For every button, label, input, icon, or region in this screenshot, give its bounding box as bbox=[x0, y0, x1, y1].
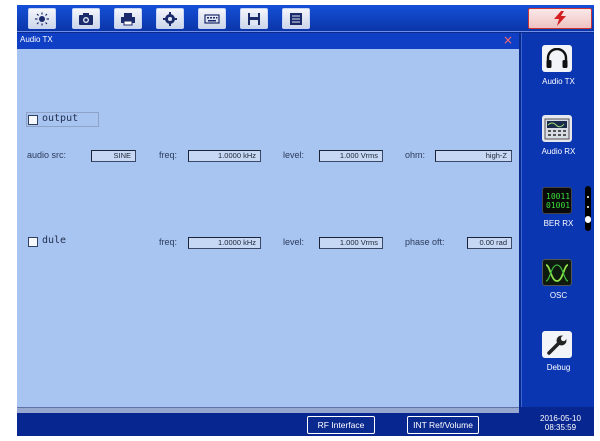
freq-field[interactable]: 1.0000 kHz bbox=[188, 150, 261, 162]
lightning-icon bbox=[554, 11, 566, 26]
dule-checkbox[interactable] bbox=[28, 237, 38, 247]
datetime-display: 2016-05-10 08:35:59 bbox=[527, 414, 594, 432]
camera-icon bbox=[79, 12, 93, 25]
level-label: level: bbox=[283, 150, 305, 160]
save-icon bbox=[248, 12, 260, 25]
sidebar-item-osc[interactable]: OSC bbox=[522, 259, 594, 309]
keyboard-icon bbox=[204, 13, 220, 24]
sidebar-item-label: OSC bbox=[549, 291, 568, 300]
sidebar-item-label: Audio RX bbox=[541, 147, 576, 156]
instrument-screen: Audio TX × output audio src: SINE freq: … bbox=[17, 5, 594, 436]
sidebar: Audio TX Audio RX 10011 01001 BER RX OSC… bbox=[521, 33, 594, 407]
print-button[interactable] bbox=[114, 8, 142, 29]
date-text: 2016-05-10 bbox=[540, 414, 581, 423]
ohm-label: ohm: bbox=[405, 150, 426, 160]
close-icon[interactable]: × bbox=[503, 33, 513, 48]
svg-text:10011: 10011 bbox=[546, 192, 570, 201]
mod-freq-field[interactable]: 1.0000 kHz bbox=[188, 237, 261, 249]
save-button[interactable] bbox=[240, 8, 268, 29]
scroll-dot bbox=[587, 196, 589, 198]
camera-button[interactable] bbox=[72, 8, 100, 29]
output-checkbox[interactable] bbox=[28, 115, 38, 125]
brightness-button[interactable] bbox=[28, 8, 56, 29]
time-text: 08:35:59 bbox=[544, 423, 577, 432]
int-ref-volume-button[interactable]: INT Ref/Volume bbox=[407, 416, 479, 434]
sidebar-scrollbar[interactable] bbox=[585, 186, 591, 231]
sidebar-item-label: Audio TX bbox=[542, 77, 575, 86]
waveform-icon bbox=[542, 259, 572, 286]
audio-src-field[interactable]: SINE bbox=[91, 150, 136, 162]
sidebar-item-label: Debug bbox=[546, 363, 571, 372]
keyboard-button[interactable] bbox=[198, 8, 226, 29]
scroll-thumb[interactable] bbox=[585, 216, 591, 223]
level-field[interactable]: 1.000 Vrms bbox=[319, 150, 383, 162]
rf-interface-button[interactable]: RF Interface bbox=[307, 416, 375, 434]
freq-label: freq: bbox=[159, 150, 178, 160]
ohm-field[interactable]: high-Z bbox=[435, 150, 512, 162]
sidebar-item-audio-rx[interactable]: Audio RX bbox=[522, 115, 594, 165]
sidebar-item-audio-tx[interactable]: Audio TX bbox=[522, 45, 594, 95]
list-icon bbox=[290, 12, 302, 25]
settings-icon bbox=[163, 11, 177, 26]
alarm-button[interactable] bbox=[528, 8, 592, 29]
print-icon bbox=[121, 12, 135, 25]
audio-tx-window: Audio TX × output audio src: SINE freq: … bbox=[17, 33, 519, 407]
scroll-dot bbox=[587, 206, 589, 208]
window-title: Audio TX bbox=[20, 35, 53, 44]
mod-level-field[interactable]: 1.000 Vrms bbox=[319, 237, 383, 249]
phase-offset-field[interactable]: 0.00 rad bbox=[467, 237, 512, 249]
audio-src-label: audio src: bbox=[27, 150, 67, 160]
brightness-icon bbox=[35, 12, 49, 25]
audio-rx-icon bbox=[542, 115, 572, 142]
top-toolbar bbox=[17, 5, 594, 32]
window-titlebar: Audio TX × bbox=[17, 33, 519, 49]
binary-icon: 10011 01001 bbox=[542, 187, 572, 214]
headphones-icon bbox=[542, 45, 572, 72]
dule-label: dule bbox=[42, 235, 67, 246]
svg-text:01001: 01001 bbox=[546, 201, 570, 210]
phase-offset-label: phase oft: bbox=[405, 237, 445, 247]
sidebar-item-label: BER RX bbox=[543, 219, 574, 228]
settings-button[interactable] bbox=[156, 8, 184, 29]
sidebar-item-ber-rx[interactable]: 10011 01001 BER RX bbox=[522, 187, 594, 237]
status-bar: RF Interface INT Ref/Volume 2016-05-10 0… bbox=[17, 407, 594, 436]
window-bottom-strip bbox=[17, 407, 519, 413]
mod-level-label: level: bbox=[283, 237, 305, 247]
wrench-icon bbox=[542, 331, 572, 358]
mod-freq-label: freq: bbox=[159, 237, 178, 247]
sidebar-item-debug[interactable]: Debug bbox=[522, 331, 594, 381]
output-label: output bbox=[42, 113, 79, 124]
list-button[interactable] bbox=[282, 8, 310, 29]
